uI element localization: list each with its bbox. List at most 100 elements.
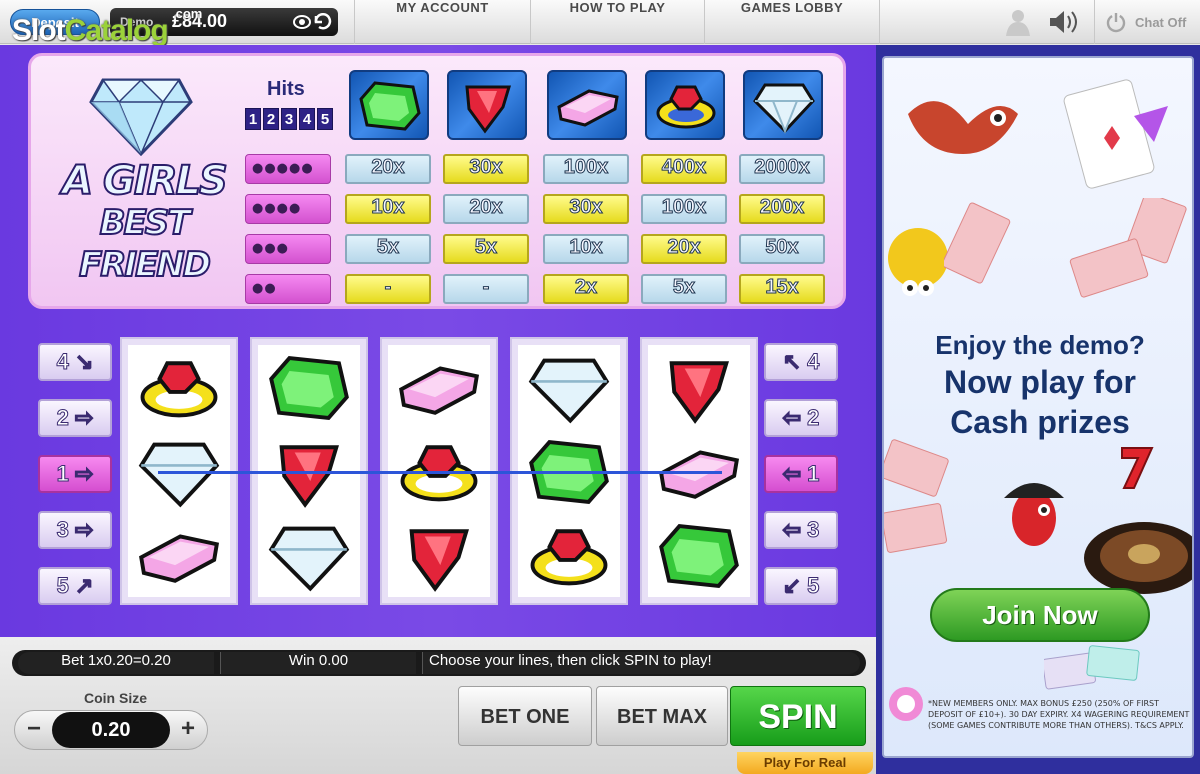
- line-button-1-right[interactable]: ⇦ 1: [764, 455, 838, 493]
- pay-cell: 100x: [543, 154, 629, 184]
- pay-cell: 15x: [739, 274, 825, 304]
- top-bar: Deposit Demo £84.00 SlotCatalog .com MY …: [0, 0, 1200, 47]
- playing-card-icon: [1063, 79, 1168, 189]
- green-emerald-icon: [269, 355, 349, 421]
- promo-banner: Enjoy the demo? Now play for Cash prizes…: [882, 56, 1194, 758]
- watermark-main: Slot: [12, 14, 66, 47]
- join-now-button[interactable]: Join Now: [930, 588, 1150, 642]
- pay-cell: 5x: [443, 234, 529, 264]
- promo-terms: *New members only. Max bonus £250 (250% …: [928, 699, 1190, 730]
- logo-diamond-icon: [89, 78, 193, 156]
- hits-label: Hits: [267, 78, 305, 100]
- fuzzy-creature-icon: [888, 228, 948, 296]
- bet-one-button[interactable]: BET ONE: [458, 686, 592, 746]
- promo-headline-1: Now play for: [943, 364, 1136, 400]
- line-button-4-left[interactable]: 4 ↘: [38, 343, 112, 381]
- pink-bar-gem-icon: [557, 89, 619, 127]
- pay-cell: 200x: [739, 194, 825, 224]
- watermark-suffix: .com: [172, 6, 203, 21]
- line-number: 1: [56, 461, 69, 487]
- promo-question: Enjoy the demo?: [935, 330, 1145, 360]
- line-number: 4: [807, 349, 820, 375]
- line-number: 4: [56, 349, 69, 375]
- chat-off-label: Chat Off: [1135, 15, 1187, 30]
- line-button-2-left[interactable]: 2 ⇨: [38, 399, 112, 437]
- pay-cell: 100x: [641, 194, 727, 224]
- pay-cell: 5x: [641, 274, 727, 304]
- speaker-icon[interactable]: [1050, 11, 1077, 33]
- pay-cell: 10x: [345, 194, 431, 224]
- arrow-right-icon: ⇨: [74, 517, 94, 543]
- pay-cell: 50x: [739, 234, 825, 264]
- watermark-logo: SlotCatalog: [12, 14, 169, 48]
- nav-how-to-play[interactable]: HOW TO PLAY: [530, 0, 704, 44]
- arrow-up-left-icon: ↖: [782, 349, 802, 375]
- pink-bar-gem-icon: [399, 366, 480, 415]
- spin-button[interactable]: SPIN: [730, 686, 866, 746]
- play-for-real-button[interactable]: Play For Real: [737, 752, 873, 774]
- red-ruby-icon: [465, 85, 512, 134]
- eye-toggle-icon[interactable]: [292, 13, 332, 31]
- line-number: 3: [807, 517, 820, 543]
- line-button-3-right[interactable]: ⇦ 3: [764, 511, 838, 549]
- green-emerald-icon: [359, 81, 421, 131]
- line-button-2-right[interactable]: ⇦ 2: [764, 399, 838, 437]
- paytable-symbol-white-diamond: [743, 70, 823, 140]
- coin-decrease-button[interactable]: −: [20, 716, 48, 744]
- paytable-row-label-4: ●●●●: [245, 194, 331, 224]
- line-button-3-left[interactable]: 3 ⇨: [38, 511, 112, 549]
- bet-display: Bet 1x0.20=0.20: [18, 652, 214, 674]
- paytable-symbol-green-emerald: [349, 70, 429, 140]
- avatar-icon[interactable]: [1006, 10, 1030, 36]
- pay-cell: 10x: [543, 234, 629, 264]
- pay-cell: -: [345, 274, 431, 304]
- hit-box-4: 4: [299, 108, 315, 130]
- power-icon: [1106, 13, 1126, 33]
- line-button-5-left[interactable]: 5 ↗: [38, 567, 112, 605]
- nav-games-lobby[interactable]: GAMES LOBBY: [704, 0, 880, 44]
- coin-size-value: 0.20: [52, 712, 170, 748]
- line-number: 1: [807, 461, 820, 487]
- line-number: 2: [56, 405, 69, 431]
- paytable-row-label-5: ●●●●●: [245, 154, 331, 184]
- line-button-4-right[interactable]: ↖ 4: [764, 343, 838, 381]
- arrow-right-icon: ⇨: [74, 405, 94, 431]
- pay-cell: 20x: [641, 234, 727, 264]
- banknotes-bottom-icon: [1044, 645, 1140, 690]
- hit-box-2: 2: [263, 108, 279, 130]
- pay-cell: 400x: [641, 154, 727, 184]
- coin-size-label: Coin Size: [84, 690, 148, 706]
- pay-cell: 2000x: [739, 154, 825, 184]
- watermark-accent: Catalog: [64, 14, 169, 47]
- line-button-5-right[interactable]: ↙ 5: [764, 567, 838, 605]
- arrow-left-icon: ⇦: [782, 461, 802, 487]
- green-emerald-icon: [659, 523, 739, 589]
- pink-bar-gem-icon: [139, 534, 220, 583]
- arrow-up-right-icon: ↗: [74, 573, 94, 599]
- paytable-symbol-red-ruby: [447, 70, 527, 140]
- banknotes-icon: [944, 198, 1187, 298]
- pay-cell: -: [443, 274, 529, 304]
- win-display: Win 0.00: [220, 652, 416, 674]
- logo-line-2: BEST FRIEND: [78, 202, 212, 286]
- status-message: Choose your lines, then click SPIN to pl…: [422, 652, 860, 674]
- line-button-1-left[interactable]: 1 ⇨: [38, 455, 112, 493]
- game-window: Deposit Demo £84.00 SlotCatalog .com MY …: [0, 0, 1200, 774]
- arrow-down-left-icon: ↙: [782, 573, 802, 599]
- pay-cell: 30x: [543, 194, 629, 224]
- white-diamond-icon: [528, 358, 610, 424]
- paytable-symbol-gold-ring: [645, 70, 725, 140]
- nav-my-account[interactable]: MY ACCOUNT: [354, 0, 530, 44]
- slot-game-area: A GIRLS BEST FRIEND Hits 1 2 3 4 5 ●●●●●…: [0, 45, 876, 637]
- gold-ring-icon: [530, 529, 608, 586]
- chat-off-button[interactable]: Chat Off: [1094, 0, 1200, 44]
- red-ruby-icon: [669, 361, 729, 424]
- bet-max-button[interactable]: BET MAX: [596, 686, 728, 746]
- line-number: 5: [56, 573, 69, 599]
- arrow-left-icon: ⇦: [782, 517, 802, 543]
- coin-increase-button[interactable]: +: [174, 716, 202, 744]
- white-diamond-icon: [753, 83, 815, 134]
- pay-cell: 2x: [543, 274, 629, 304]
- payline-1: [158, 471, 722, 474]
- arrow-left-icon: ⇦: [782, 405, 802, 431]
